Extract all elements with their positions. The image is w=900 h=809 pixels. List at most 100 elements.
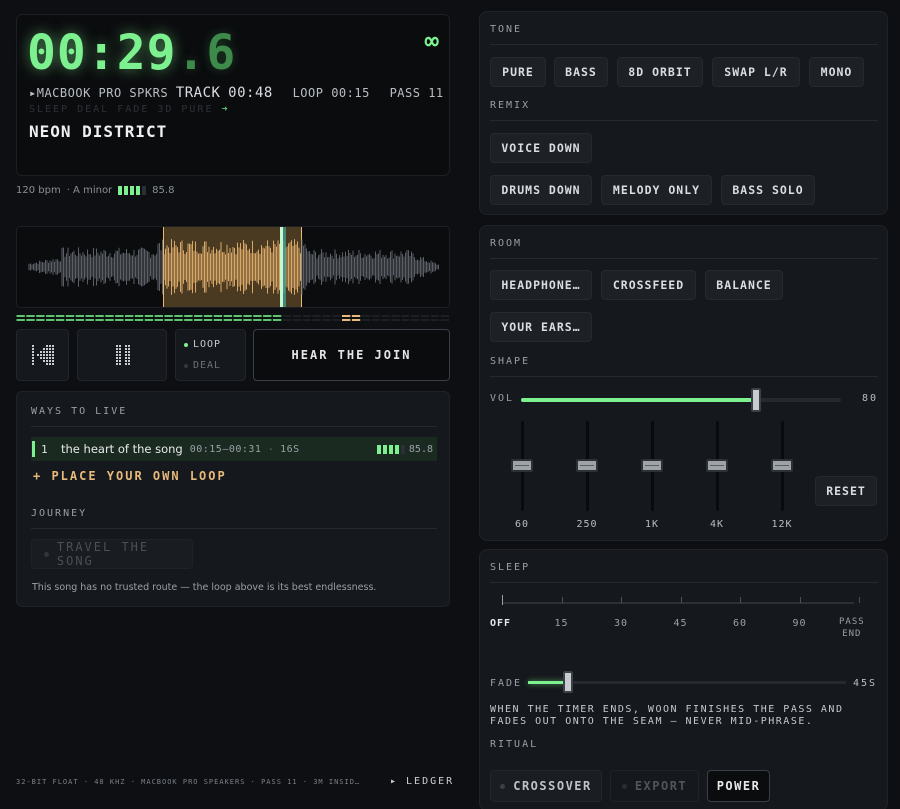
tone-pure-button[interactable]: PURE [490,57,546,87]
loop-score: 85.8 [376,444,433,455]
volume-handle[interactable] [751,388,761,412]
ritual-title: RITUAL [490,739,539,750]
room-balance-button[interactable]: BALANCE [705,270,783,300]
eq-handle[interactable] [706,459,728,472]
room-panel: ROOM HEADPHONE… CROSSFEED BALANCE YOUR E… [479,225,888,541]
vol-value: 80 [862,393,879,404]
pause-button[interactable] [77,329,167,381]
fade-handle[interactable] [563,671,574,693]
remix-bass-solo-button[interactable]: BASS SOLO [721,175,815,205]
sleep-stop-label[interactable]: OFF [490,618,511,629]
eq-reset-button[interactable]: RESET [815,476,877,506]
mode-deal[interactable]: DEAL [184,360,221,371]
sleep-note: WHEN THE TIMER ENDS, WOON FINISHES THE P… [490,704,844,727]
ways-to-live-panel: WAYS TO LIVE 1 the heart of the song 00:… [16,391,450,607]
remix-drums-down-button[interactable]: DRUMS DOWN [490,175,592,205]
arrow-right-icon: ➜ [221,104,230,115]
time-fraction: .6 [176,25,237,81]
loop-time: 00:15 [331,86,370,100]
timeline-bar[interactable] [16,314,450,322]
sleep-tick[interactable] [799,597,801,603]
sleep-tick[interactable] [502,595,503,605]
eq-band-4k[interactable]: 4K [702,421,732,531]
eq-handle[interactable] [771,459,793,472]
ledger-link[interactable]: ▸ LEDGER [390,776,454,787]
tone-mono-button[interactable]: MONO [809,57,864,87]
mode-selector[interactable]: LOOP DEAL [175,329,246,381]
ways-title: WAYS TO LIVE [31,406,128,417]
place-own-loop-button[interactable]: + PLACE YOUR OWN LOOP [33,469,227,483]
tone-title: TONE [490,24,523,35]
infinity-icon[interactable]: ∞ [425,27,439,55]
eq-band-250[interactable]: 250 [572,421,602,531]
sleep-stop-label[interactable]: 30 [614,618,628,629]
previous-button[interactable] [16,329,69,381]
loop-row[interactable]: 1 the heart of the song 00:15–00:31 · 16… [31,437,437,461]
track-meta: 120 bpm · A minor 85.8 [16,185,174,196]
tone-panel: TONE PURE BASS 8D ORBIT SWAP L/R MONO RE… [479,11,888,215]
score-meter [118,186,147,195]
playhead [280,227,283,307]
sleep-panel: SLEEP OFF 15 30 45 60 90 PASS END FADE 45S WHE… [479,549,888,809]
sleep-stop-label[interactable]: 15 [555,618,569,629]
waveform-graphic[interactable] [17,227,450,308]
status-line: ▸MACBOOK PRO SPKRS TRACK 00:48 LOOP 00:1… [29,85,444,101]
pass-label: PASS [389,86,421,100]
skip-back-icon [31,345,54,365]
eq-handle[interactable] [511,459,533,472]
sleep-tick[interactable] [740,597,741,603]
tone-8d-orbit-button[interactable]: 8D ORBIT [617,57,703,87]
fade-slider[interactable] [528,681,846,684]
travel-the-song-button[interactable]: TRAVEL THE SONG [31,539,193,569]
sleep-tick[interactable] [621,597,622,603]
pause-icon [116,345,130,365]
sleep-stop-label[interactable]: 45 [674,618,688,629]
waveform[interactable] [16,226,450,308]
ghost-modes: SLEEP DEAL FADE 3D PURE [29,104,214,115]
export-button[interactable]: EXPORT [610,770,699,802]
remix-melody-only-button[interactable]: MELODY ONLY [601,175,712,205]
time-main: 00:29 [27,25,177,81]
sleep-timer-slider[interactable] [502,602,854,604]
sleep-tick[interactable] [680,597,682,603]
crossover-button[interactable]: CROSSOVER [490,770,602,802]
room-headphone-button[interactable]: HEADPHONE… [490,270,592,300]
track-label: TRACK [175,85,221,101]
tone-bass-button[interactable]: BASS [554,57,608,87]
sleep-tick[interactable] [561,597,563,603]
sleep-tick[interactable] [859,597,860,603]
tone-swap-lr-button[interactable]: SWAP L/R [712,57,800,87]
vol-label: VOL [490,393,515,404]
shape-title: SHAPE [490,356,531,367]
sleep-stop-label[interactable]: 60 [733,618,747,629]
track-time: 00:48 [228,85,273,101]
eq-band-60[interactable]: 60 [507,421,537,531]
fade-fill [528,681,567,684]
sleep-stop-label[interactable]: 90 [793,618,807,629]
loop-name: the heart of the song [61,442,183,456]
room-title: ROOM [490,238,523,249]
time-readout: 00:29.6 [27,25,236,81]
remix-title: REMIX [490,100,531,111]
pass-count: 11 [428,86,444,100]
eq-handle[interactable] [641,459,663,472]
now-playing-display: 00:29.6 ∞ ▸MACBOOK PRO SPKRS TRACK 00:48… [16,14,450,176]
eq-band-12k[interactable]: 12K [767,421,797,531]
fade-value: 45S [853,678,878,689]
hear-the-join-button[interactable]: HEAR THE JOIN [253,329,450,381]
eq-band-1k[interactable]: 1K [637,421,667,531]
route-note: This song has no trusted route — the loo… [32,582,377,593]
output-device[interactable]: ▸MACBOOK PRO SPKRS [29,86,168,100]
loop-score-meter [376,444,405,454]
room-your-ears-button[interactable]: YOUR EARS… [490,312,592,342]
track-title: NEON DISTRICT [29,122,168,141]
key: · A minor [66,185,113,196]
eq-handle[interactable] [576,459,598,472]
room-crossfeed-button[interactable]: CROSSFEED [601,270,696,300]
power-button[interactable]: POWER [707,770,770,802]
journey-title: JOURNEY [31,508,88,519]
remix-voice-down-button[interactable]: VOICE DOWN [490,133,592,163]
mode-loop[interactable]: LOOP [184,339,221,350]
fade-label: FADE [490,678,523,689]
sleep-stop-label[interactable]: PASS END [839,616,865,640]
